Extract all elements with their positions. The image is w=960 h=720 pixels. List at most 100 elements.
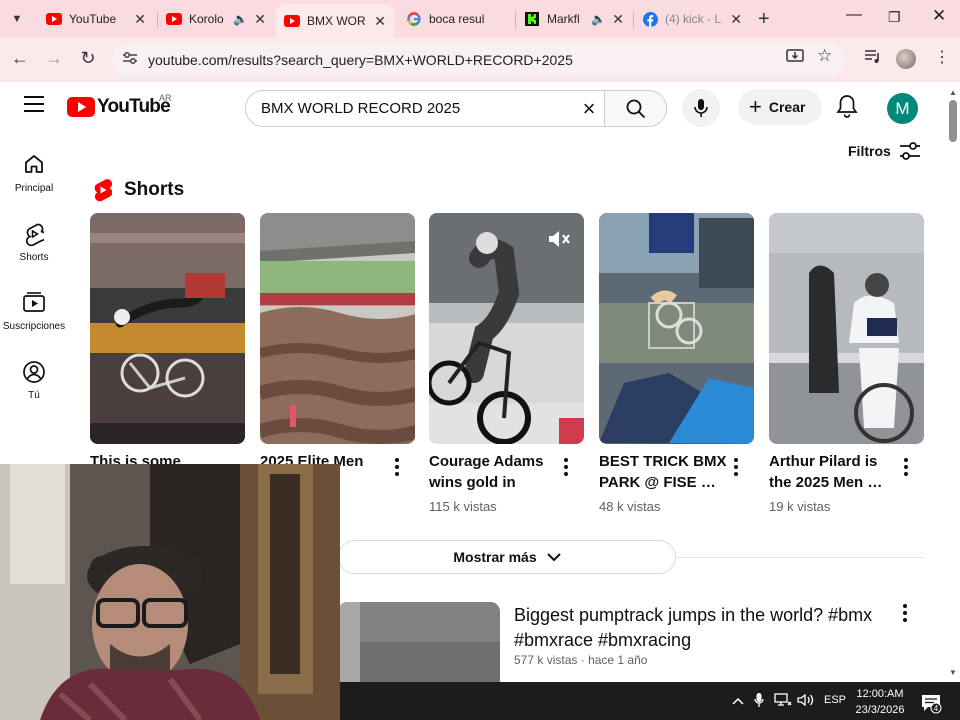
kick-icon xyxy=(524,11,540,27)
new-tab-icon[interactable]: + xyxy=(758,8,770,31)
input-language[interactable]: ESP xyxy=(824,694,846,706)
short-card[interactable]: BEST TRICK BMX PARK @ FISE … 48 k vistas xyxy=(599,213,754,514)
tab-markfl[interactable]: Markfl 🔈 ✕ xyxy=(516,4,632,34)
show-more-button[interactable]: Mostrar más xyxy=(338,540,676,574)
tab-title: boca resul xyxy=(429,12,485,26)
youtube-play-icon xyxy=(67,97,95,117)
clock-date: 23/3/2026 xyxy=(855,704,905,716)
short-title[interactable]: Courage Adams wins gold in BM… xyxy=(429,451,557,495)
webcam-overlay xyxy=(0,464,340,720)
clear-search-icon[interactable]: × xyxy=(574,96,604,122)
tab-boca-resul[interactable]: boca resul xyxy=(398,4,514,34)
youtube-icon xyxy=(46,11,62,27)
youtube-icon xyxy=(166,11,182,27)
youtube-logo[interactable]: YouTube AR xyxy=(67,93,172,118)
close-tab-icon[interactable]: ✕ xyxy=(134,11,146,28)
short-card[interactable]: 2025 Elite Men s xyxy=(260,213,415,514)
tab-youtube[interactable]: YouTube ✕ xyxy=(38,4,154,34)
short-views: 19 k vistas xyxy=(769,499,831,514)
tab-search-chevron-icon[interactable]: ▼ xyxy=(6,8,28,30)
chevron-down-icon xyxy=(546,553,561,562)
short-card[interactable]: Arthur Pilard is the 2025 Men … 19 k vis… xyxy=(769,213,924,514)
search-button[interactable] xyxy=(604,91,666,126)
browser-menu-icon[interactable]: ⋮ xyxy=(934,47,950,67)
tab-bmx-world[interactable]: BMX WOR ✕ xyxy=(276,4,394,38)
short-thumbnail[interactable] xyxy=(769,213,924,444)
muted-speaker-icon[interactable] xyxy=(547,229,571,254)
url-text[interactable]: youtube.com/results?search_query=BMX+WOR… xyxy=(148,52,573,68)
speaker-icon[interactable]: 🔈 xyxy=(233,12,248,26)
create-button[interactable]: + Crear xyxy=(738,89,822,125)
scrollbar-thumb[interactable] xyxy=(949,100,957,142)
show-hidden-icons-chevron[interactable] xyxy=(732,693,744,708)
short-title[interactable]: Arthur Pilard is the 2025 Men … xyxy=(769,451,897,495)
bookmark-star-icon[interactable]: ☆ xyxy=(817,46,832,66)
close-tab-icon[interactable]: ✕ xyxy=(612,11,624,28)
short-card[interactable]: This is some xyxy=(90,213,245,470)
short-thumbnail[interactable] xyxy=(260,213,415,444)
speaker-icon[interactable]: 🔈 xyxy=(591,12,606,26)
short-views: 115 k vistas xyxy=(429,499,497,514)
close-window-icon[interactable]: ✕ xyxy=(932,6,946,26)
guide-item-tu[interactable]: Tú xyxy=(0,360,68,401)
short-more-options-icon[interactable] xyxy=(901,457,911,477)
short-thumbnail[interactable] xyxy=(599,213,754,444)
short-more-options-icon[interactable] xyxy=(731,457,741,477)
short-title[interactable]: BEST TRICK BMX PARK @ FISE … xyxy=(599,451,727,495)
video-age: hace 1 año xyxy=(588,653,648,667)
restore-icon[interactable]: ❐ xyxy=(888,9,901,26)
short-card[interactable]: Courage Adams wins gold in BM… 115 k vis… xyxy=(429,213,584,514)
tab-kick-facebook[interactable]: (4) kick - L ✕ xyxy=(634,4,750,34)
voice-search-button[interactable] xyxy=(682,89,720,127)
notification-count: 4 xyxy=(934,704,939,713)
profile-avatar[interactable] xyxy=(896,49,916,69)
short-thumbnail[interactable] xyxy=(429,213,584,444)
guide-label: Suscripciones xyxy=(2,321,66,332)
search-input[interactable] xyxy=(246,91,574,126)
close-tab-icon[interactable]: ✕ xyxy=(730,11,742,28)
video-thumbnail[interactable] xyxy=(338,602,500,682)
site-info-icon[interactable] xyxy=(122,51,140,68)
media-controls-icon[interactable] xyxy=(864,48,882,68)
microphone-icon xyxy=(694,99,708,117)
video-more-options-icon[interactable] xyxy=(900,603,910,623)
page-scrollbar[interactable]: ▲ ▼ xyxy=(946,82,960,682)
network-icon[interactable] xyxy=(774,693,792,710)
scroll-up-icon[interactable]: ▲ xyxy=(949,88,957,97)
country-code: AR xyxy=(159,93,172,103)
video-views: 577 k vistas xyxy=(514,653,578,667)
install-app-icon[interactable] xyxy=(786,48,804,68)
search-icon xyxy=(626,99,645,118)
tab-title: Markfl xyxy=(547,12,580,26)
taskbar-clock[interactable]: 12:00:AM 23/3/2026 xyxy=(844,686,916,718)
youtube-header: YouTube AR × + Crear M xyxy=(0,82,946,134)
guide-item-suscripciones[interactable]: Suscripciones xyxy=(0,291,68,332)
filters-button[interactable]: Filtros xyxy=(848,141,921,161)
address-bar-row: ← → ↻ youtube.com/results?search_query=B… xyxy=(0,38,960,82)
scroll-down-icon[interactable]: ▼ xyxy=(949,668,957,677)
volume-icon[interactable] xyxy=(797,693,815,710)
microphone-tray-icon[interactable] xyxy=(754,692,764,711)
short-thumbnail[interactable] xyxy=(90,213,245,444)
omnibox[interactable]: youtube.com/results?search_query=BMX+WOR… xyxy=(112,43,846,76)
account-avatar[interactable]: M xyxy=(887,93,918,124)
close-tab-icon[interactable]: ✕ xyxy=(254,11,266,28)
short-views: 48 k vistas xyxy=(599,499,661,514)
short-more-options-icon[interactable] xyxy=(561,457,571,477)
tab-korolo[interactable]: Korolo 🔈 ✕ xyxy=(158,4,274,34)
minimize-icon[interactable]: — xyxy=(846,6,862,24)
reload-icon[interactable]: ↻ xyxy=(76,48,100,69)
close-tab-icon[interactable]: ✕ xyxy=(374,13,386,30)
guide-item-shorts[interactable]: Shorts xyxy=(0,222,68,263)
short-more-options-icon[interactable] xyxy=(392,457,402,477)
forward-icon[interactable]: → xyxy=(42,48,66,69)
menu-icon[interactable] xyxy=(24,96,44,117)
notifications-bell-icon[interactable] xyxy=(836,94,858,123)
guide-label: Principal xyxy=(14,183,54,194)
notification-center-icon[interactable]: 4 xyxy=(920,692,942,719)
tab-title: BMX WOR xyxy=(307,14,366,28)
back-icon[interactable]: ← xyxy=(8,48,32,69)
shorts-icon xyxy=(25,223,44,246)
video-title[interactable]: Biggest pumptrack jumps in the world? #b… xyxy=(514,603,874,653)
guide-item-principal[interactable]: Principal xyxy=(0,153,68,194)
